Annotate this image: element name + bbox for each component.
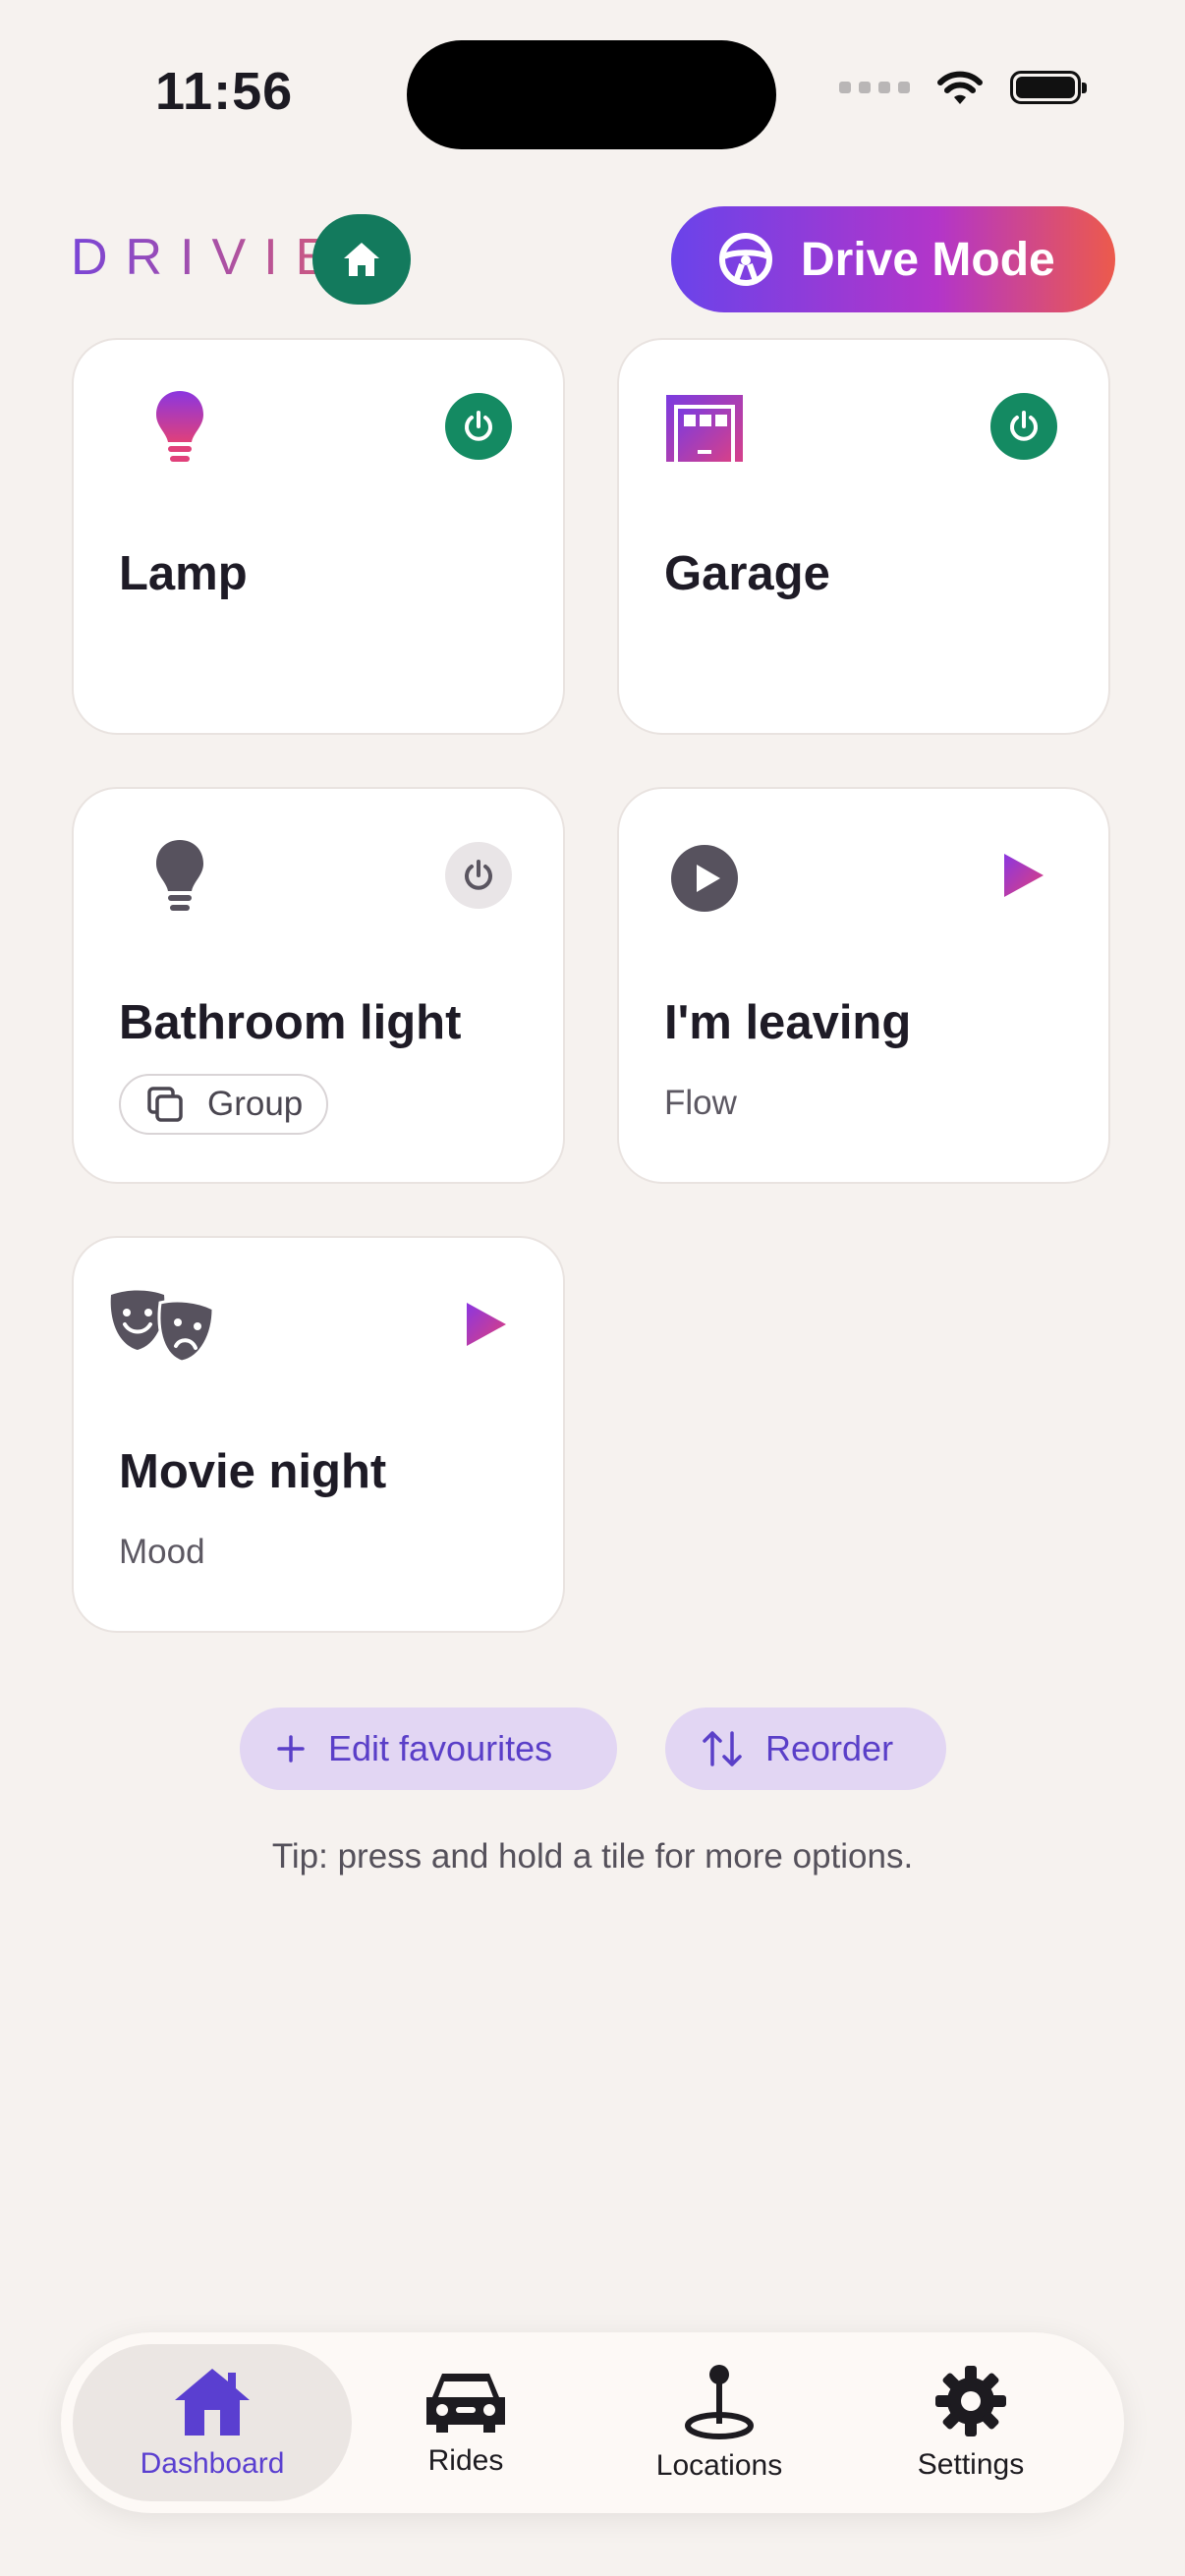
edit-favourites-button[interactable]: Edit favourites xyxy=(240,1708,617,1790)
theater-masks-icon xyxy=(110,1290,215,1364)
play-button[interactable] xyxy=(990,842,1057,909)
wifi-icon xyxy=(937,71,983,104)
edit-favourites-label: Edit favourites xyxy=(328,1728,553,1768)
status-indicators xyxy=(839,69,1087,106)
tile-title: Garage xyxy=(664,547,830,600)
nav-item-dashboard[interactable]: Dashboard xyxy=(73,2344,352,2501)
status-time: 11:56 xyxy=(155,62,294,121)
copy-icon xyxy=(147,1087,183,1122)
car-icon xyxy=(426,2374,505,2433)
cellular-signal-icon xyxy=(839,82,910,93)
power-icon xyxy=(465,411,492,441)
tile-title: Lamp xyxy=(119,547,248,600)
gear-icon xyxy=(935,2366,1006,2436)
play-icon xyxy=(467,1303,506,1346)
home-icon xyxy=(344,243,379,276)
sort-arrows-icon xyxy=(703,1731,742,1766)
steering-wheel-icon xyxy=(719,233,772,286)
nav-item-locations[interactable]: Locations xyxy=(592,2344,847,2501)
play-button[interactable] xyxy=(453,1291,520,1358)
tile-title: Bathroom light xyxy=(119,996,462,1049)
tile-title: I'm leaving xyxy=(664,996,912,1049)
nav-label: Locations xyxy=(655,2449,783,2482)
nav-label: Dashboard xyxy=(140,2447,285,2480)
chip-label: Group xyxy=(207,1085,304,1123)
reorder-button[interactable]: Reorder xyxy=(665,1708,946,1790)
play-icon xyxy=(1004,854,1044,897)
power-button[interactable] xyxy=(445,842,512,909)
garage-icon xyxy=(666,395,743,462)
nav-item-rides[interactable]: Rides xyxy=(338,2344,593,2501)
tile-subtitle: Flow xyxy=(664,1084,737,1122)
home-icon xyxy=(175,2369,250,2436)
power-icon xyxy=(465,860,492,890)
bulb-icon xyxy=(156,391,203,462)
tip-text: Tip: press and hold a tile for more opti… xyxy=(271,1837,914,1876)
bottom-nav: Dashboard Rides Locations Settings xyxy=(61,2332,1124,2513)
power-icon xyxy=(1010,411,1038,441)
power-button[interactable] xyxy=(990,393,1057,460)
brand-logo: DRIVIE xyxy=(71,229,348,286)
nav-label: Rides xyxy=(427,2444,504,2477)
power-button[interactable] xyxy=(445,393,512,460)
drive-mode-label: Drive Mode xyxy=(801,233,1055,286)
bulb-icon xyxy=(156,840,203,911)
nav-item-settings[interactable]: Settings xyxy=(843,2344,1099,2501)
battery-icon xyxy=(1010,71,1087,104)
tile-title: Movie night xyxy=(119,1445,387,1498)
drive-mode-button[interactable]: Drive Mode xyxy=(671,206,1115,312)
play-circle-icon xyxy=(671,845,738,912)
plus-icon xyxy=(277,1735,305,1763)
reorder-label: Reorder xyxy=(765,1728,894,1768)
tile-im-leaving[interactable]: I'm leaving Flow xyxy=(617,787,1110,1184)
tile-movie-night[interactable]: Movie night Mood xyxy=(72,1236,565,1633)
nav-label: Settings xyxy=(917,2448,1025,2481)
tile-garage[interactable]: Garage xyxy=(617,338,1110,735)
location-pin-icon xyxy=(685,2365,754,2439)
tile-subtitle: Mood xyxy=(119,1533,205,1571)
tile-lamp[interactable]: Lamp xyxy=(72,338,565,735)
tile-bathroom-light[interactable]: Bathroom light Group xyxy=(72,787,565,1184)
home-button[interactable] xyxy=(312,214,411,305)
group-chip: Group xyxy=(119,1074,329,1135)
dynamic-island xyxy=(407,40,776,149)
